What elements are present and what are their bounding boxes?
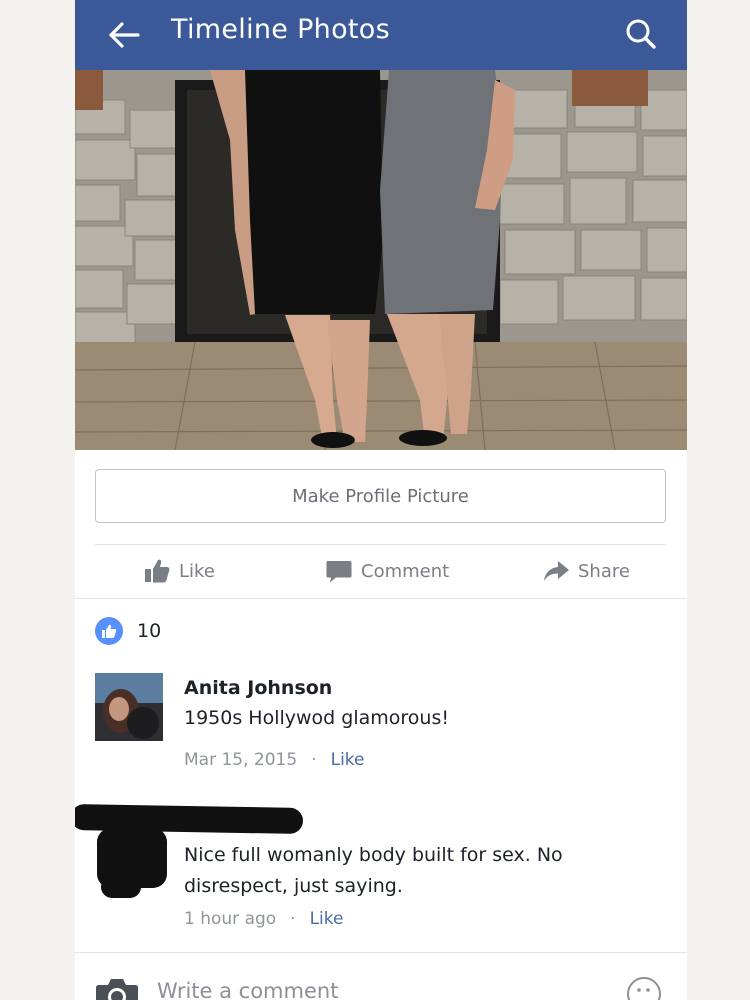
search-icon[interactable] <box>621 14 661 54</box>
comment-composer: Write a comment <box>75 952 687 1000</box>
top-app-bar: Timeline Photos <box>75 0 687 70</box>
camera-icon[interactable] <box>95 977 139 1000</box>
avatar[interactable] <box>95 673 163 741</box>
like-label: Like <box>179 560 215 582</box>
comment-like-link[interactable]: Like <box>310 909 344 929</box>
comment-text: Nice full womanly body built for sex. No… <box>184 844 563 897</box>
like-count: 10 <box>137 620 162 642</box>
comment-timestamp[interactable]: Mar 15, 2015 <box>184 750 297 770</box>
arrow-left-icon[interactable] <box>107 18 141 52</box>
comment-meta: 1 hour ago · Like <box>184 909 343 929</box>
comment-text: 1950s Hollywod glamorous! <box>184 707 449 729</box>
like-badge-icon <box>95 617 123 645</box>
timeline-photo[interactable] <box>75 70 687 450</box>
redaction-mark <box>101 876 141 898</box>
like-button[interactable]: Like <box>143 545 215 597</box>
smiley-icon[interactable] <box>627 977 661 1000</box>
share-label: Share <box>578 560 630 582</box>
page-title: Timeline Photos <box>171 14 390 45</box>
photo-viewer: Timeline Photos Make Profile Picture Lik… <box>75 0 687 1000</box>
thumbs-up-icon <box>143 557 171 585</box>
speech-bubble-icon <box>325 557 353 585</box>
reaction-summary[interactable]: 10 <box>95 616 161 646</box>
separator-dot: · <box>290 909 296 929</box>
comment-label: Comment <box>361 560 450 582</box>
comment-author[interactable]: Anita Johnson <box>184 677 332 699</box>
comment-button[interactable]: Comment <box>325 545 449 597</box>
comment-timestamp[interactable]: 1 hour ago <box>184 909 276 929</box>
comment-like-link[interactable]: Like <box>331 750 365 770</box>
comment-input[interactable]: Write a comment <box>157 979 338 1000</box>
separator-dot: · <box>311 750 317 770</box>
share-arrow-icon <box>542 557 570 585</box>
divider <box>75 598 687 599</box>
make-profile-picture-button[interactable]: Make Profile Picture <box>95 469 666 523</box>
comment-meta: Mar 15, 2015 · Like <box>184 750 365 770</box>
action-bar: Like Comment Share <box>95 545 666 597</box>
share-button[interactable]: Share <box>542 545 630 597</box>
